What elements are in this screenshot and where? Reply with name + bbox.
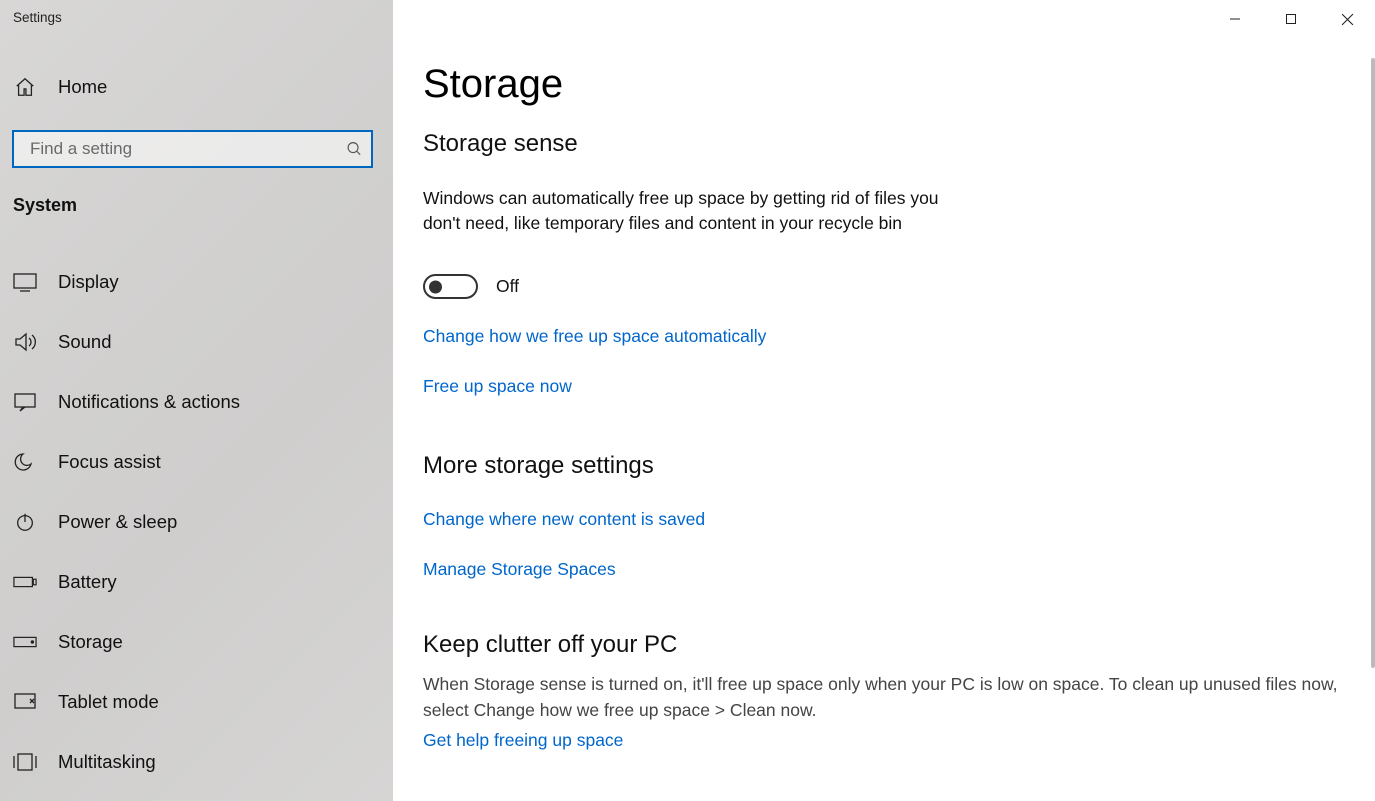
more-settings-heading: More storage settings xyxy=(423,452,654,480)
sidebar-item-power-sleep[interactable]: Power & sleep xyxy=(0,492,393,552)
sidebar: Settings Home System Dis xyxy=(0,0,393,801)
sidebar-item-label: Power & sleep xyxy=(58,511,177,533)
home-label: Home xyxy=(58,76,107,98)
sidebar-item-label: Storage xyxy=(58,631,123,653)
battery-icon xyxy=(13,570,37,594)
link-get-help-freeing-space[interactable]: Get help freeing up space xyxy=(423,730,623,751)
focus-assist-icon xyxy=(13,450,37,474)
search-box[interactable] xyxy=(12,130,373,168)
clutter-heading: Keep clutter off your PC xyxy=(423,631,677,659)
sidebar-item-label: Sound xyxy=(58,331,112,353)
clutter-description: When Storage sense is turned on, it'll f… xyxy=(423,672,1353,723)
link-free-now[interactable]: Free up space now xyxy=(423,376,572,397)
storage-sense-description: Windows can automatically free up space … xyxy=(423,186,953,236)
minimize-button[interactable] xyxy=(1207,0,1263,38)
sidebar-item-label: Multitasking xyxy=(58,751,156,773)
storage-sense-toggle-row: Off xyxy=(423,274,519,299)
home-icon xyxy=(13,75,37,99)
sidebar-item-storage[interactable]: Storage xyxy=(0,612,393,672)
search-icon xyxy=(346,141,363,158)
sidebar-item-label: Display xyxy=(58,271,119,293)
storage-sense-heading: Storage sense xyxy=(423,130,578,158)
sidebar-item-multitasking[interactable]: Multitasking xyxy=(0,732,393,792)
display-icon xyxy=(13,270,37,294)
link-change-auto[interactable]: Change how we free up space automaticall… xyxy=(423,326,766,347)
storage-sense-toggle[interactable] xyxy=(423,274,478,299)
power-icon xyxy=(13,510,37,534)
sidebar-item-focus-assist[interactable]: Focus assist xyxy=(0,432,393,492)
sidebar-item-notifications[interactable]: Notifications & actions xyxy=(0,372,393,432)
titlebar-controls xyxy=(1207,0,1375,38)
tablet-mode-icon xyxy=(13,690,37,714)
link-change-save-location[interactable]: Change where new content is saved xyxy=(423,509,705,530)
storage-sense-toggle-label: Off xyxy=(496,276,519,297)
storage-icon xyxy=(13,630,37,654)
sidebar-item-label: Notifications & actions xyxy=(58,391,240,413)
sidebar-item-label: Battery xyxy=(58,571,117,593)
page-title: Storage xyxy=(423,62,563,107)
sidebar-item-tablet-mode[interactable]: Tablet mode xyxy=(0,672,393,732)
sidebar-item-sound[interactable]: Sound xyxy=(0,312,393,372)
maximize-button[interactable] xyxy=(1263,0,1319,38)
link-manage-storage-spaces[interactable]: Manage Storage Spaces xyxy=(423,559,616,580)
sidebar-item-label: Tablet mode xyxy=(58,691,159,713)
multitasking-icon xyxy=(13,750,37,774)
sidebar-nav: Display Sound Notifications & actions Fo… xyxy=(0,252,393,792)
notifications-icon xyxy=(13,390,37,414)
vertical-scrollbar[interactable] xyxy=(1371,58,1375,668)
window-title: Settings xyxy=(13,10,62,25)
home-button[interactable]: Home xyxy=(13,75,107,99)
sidebar-item-display[interactable]: Display xyxy=(0,252,393,312)
close-button[interactable] xyxy=(1319,0,1375,38)
settings-window: Settings Home System Dis xyxy=(0,0,1375,801)
sidebar-item-battery[interactable]: Battery xyxy=(0,552,393,612)
sidebar-item-label: Focus assist xyxy=(58,451,161,473)
sound-icon xyxy=(13,330,37,354)
search-input[interactable] xyxy=(12,130,373,168)
sidebar-category-header: System xyxy=(13,195,77,216)
main-content: Storage Storage sense Windows can automa… xyxy=(393,0,1375,801)
